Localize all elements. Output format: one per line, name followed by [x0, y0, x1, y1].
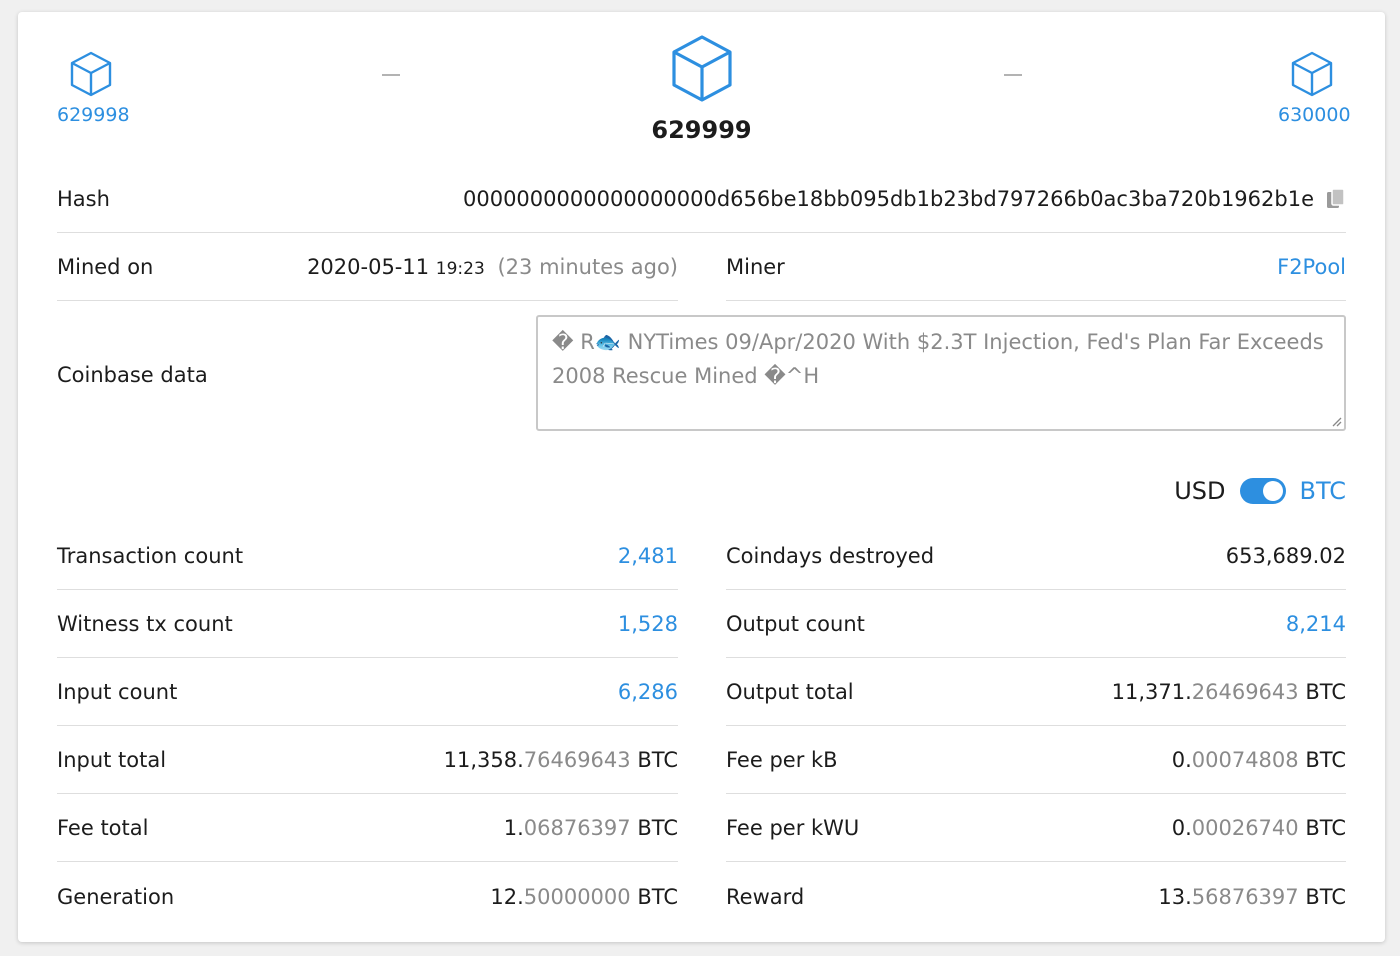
- amount-frac: 06876397: [523, 816, 631, 840]
- witness-tx-count-link[interactable]: 1,528: [618, 612, 678, 636]
- amount-unit: BTC: [637, 884, 678, 909]
- mined-on-row: Mined on 2020-05-11 19:23 (23 minutes ag…: [57, 234, 678, 301]
- stat-label: Input total: [57, 748, 167, 772]
- stat-label: Output total: [726, 680, 854, 704]
- hash-label: Hash: [57, 187, 110, 211]
- card-content: 629998 629999 630000 Hash 00000000000000…: [57, 12, 1351, 942]
- stat-label: Witness tx count: [57, 612, 233, 636]
- stat-label: Reward: [726, 884, 805, 909]
- block-details-card: 629998 629999 630000 Hash 00000000000000…: [18, 12, 1385, 942]
- stat-label: Fee per kB: [726, 748, 838, 772]
- amount-frac: 56876397: [1191, 884, 1299, 909]
- amount-frac: 50000000: [523, 884, 631, 909]
- stat-row-generation: Generation 12.50000000 BTC: [57, 863, 678, 930]
- amount-int: 0.: [1171, 748, 1192, 772]
- hash-row: Hash 0000000000000000000d656be18bb095db1…: [57, 166, 1346, 233]
- stat-row-input-count: Input count 6,286: [57, 659, 678, 726]
- nav-separator: [1004, 74, 1022, 76]
- stat-label: Input count: [57, 680, 178, 704]
- fee-per-kwu-value: 0.00026740 BTC: [1172, 816, 1346, 840]
- stat-label: Transaction count: [57, 544, 244, 568]
- stat-row-output-total: Output total 11,371.26469643 BTC: [726, 659, 1346, 726]
- amount-unit: BTC: [1305, 680, 1346, 704]
- block-navigation: 629998 629999 630000: [57, 34, 1351, 164]
- stat-row-output-count: Output count 8,214: [726, 591, 1346, 658]
- stat-row-witness-tx-count: Witness tx count 1,528: [57, 591, 678, 658]
- amount-int: 0.: [1171, 816, 1192, 840]
- amount-int: 13.: [1158, 884, 1192, 909]
- miner-row: Miner F2Pool: [726, 234, 1346, 301]
- fee-per-kb-value: 0.00074808 BTC: [1172, 748, 1346, 772]
- switch-knob: [1262, 481, 1283, 501]
- amount-int: 11,358.: [443, 748, 524, 772]
- resize-grip-icon[interactable]: [1330, 415, 1342, 427]
- input-total-value: 11,358.76469643 BTC: [444, 748, 678, 772]
- coinbase-label: Coinbase data: [57, 362, 208, 387]
- mined-ago: (23 minutes ago): [497, 255, 678, 279]
- btc-label[interactable]: BTC: [1300, 477, 1346, 505]
- stat-label: Output count: [726, 612, 865, 636]
- stat-label: Fee total: [57, 816, 149, 840]
- mined-date: 2020-05-11: [307, 255, 430, 279]
- input-count-link[interactable]: 6,286: [618, 680, 678, 704]
- next-block-link[interactable]: 630000: [1278, 50, 1351, 126]
- stat-row-fee-per-kwu: Fee per kWU 0.00026740 BTC: [726, 795, 1346, 862]
- amount-unit: BTC: [637, 816, 678, 840]
- amount-unit: BTC: [1305, 816, 1346, 840]
- miner-link[interactable]: F2Pool: [1277, 255, 1346, 279]
- block-cube-icon: [70, 51, 112, 97]
- amount-int: 11,371.: [1111, 680, 1192, 704]
- amount-frac: 76469643: [523, 748, 631, 772]
- amount-unit: BTC: [1305, 748, 1346, 772]
- amount-frac: 26469643: [1191, 680, 1299, 704]
- miner-label: Miner: [726, 255, 785, 279]
- output-total-value: 11,371.26469643 BTC: [1112, 680, 1346, 704]
- reward-value: 13.56876397 BTC: [1158, 885, 1346, 909]
- nav-separator: [382, 74, 400, 76]
- current-block: 629999: [642, 34, 762, 144]
- mined-time: 19:23: [435, 259, 485, 279]
- stat-row-fee-per-kb: Fee per kB 0.00074808 BTC: [726, 727, 1346, 794]
- prev-block-number[interactable]: 629998: [57, 104, 130, 126]
- stat-label: Generation: [57, 884, 175, 909]
- currency-toggle: USD BTC: [1174, 474, 1346, 508]
- block-cube-icon: [671, 35, 732, 102]
- stat-label: Fee per kWU: [726, 816, 860, 840]
- stat-label: Coindays destroyed: [726, 544, 935, 568]
- stat-row-fee-total: Fee total 1.06876397 BTC: [57, 795, 678, 862]
- copy-icon[interactable]: [1326, 188, 1346, 210]
- amount-frac: 00026740: [1191, 816, 1299, 840]
- block-cube-icon: [1291, 51, 1333, 97]
- hash-value: 0000000000000000000d656be18bb095db1b23bd…: [462, 187, 1314, 211]
- next-block-number[interactable]: 630000: [1278, 104, 1351, 126]
- mined-on-label: Mined on: [57, 255, 154, 279]
- coinbase-text: � R🐟 NYTimes 09/Apr/2020 With $2.3T Inje…: [552, 330, 1324, 388]
- stat-row-reward: Reward 13.56876397 BTC: [726, 863, 1346, 930]
- fee-total-value: 1.06876397 BTC: [504, 816, 678, 840]
- stat-row-transaction-count: Transaction count 2,481: [57, 523, 678, 590]
- stat-row-coindays-destroyed: Coindays destroyed 653,689.02: [726, 523, 1346, 590]
- amount-frac: 00074808: [1191, 748, 1299, 772]
- usd-label[interactable]: USD: [1174, 477, 1225, 505]
- stat-row-input-total: Input total 11,358.76469643 BTC: [57, 727, 678, 794]
- mined-on-value: 2020-05-11 19:23 (23 minutes ago): [307, 255, 678, 279]
- prev-block-link[interactable]: 629998: [57, 50, 130, 126]
- generation-value: 12.50000000 BTC: [490, 885, 678, 909]
- transaction-count-link[interactable]: 2,481: [618, 544, 678, 568]
- amount-unit: BTC: [637, 748, 678, 772]
- amount-int: 12.: [490, 884, 524, 909]
- currency-switch[interactable]: [1239, 478, 1286, 504]
- coinbase-row: Coinbase data: [57, 341, 457, 408]
- current-block-number: 629999: [651, 116, 752, 144]
- output-count-link[interactable]: 8,214: [1286, 612, 1346, 636]
- amount-unit: BTC: [1305, 884, 1346, 909]
- coindays-destroyed-value: 653,689.02: [1225, 544, 1346, 568]
- coinbase-data-textarea[interactable]: � R🐟 NYTimes 09/Apr/2020 With $2.3T Inje…: [536, 315, 1346, 431]
- amount-int: 1.: [503, 816, 524, 840]
